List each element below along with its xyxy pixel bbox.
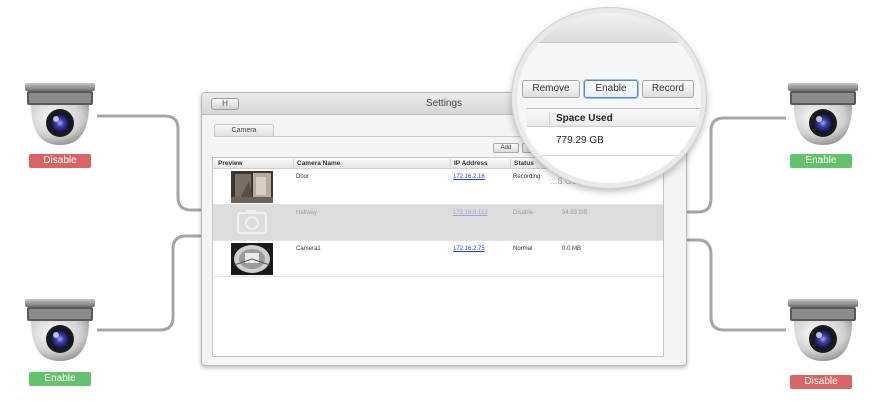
ip-address-link[interactable]: 172.16.2.75 [453, 246, 485, 252]
security-camera-icon [25, 83, 95, 145]
camera-placeholder-icon [237, 210, 267, 234]
table-row[interactable]: Hallway 172.16.8.112 Disable 34.93 GB [213, 205, 663, 241]
status-badge-left-bottom: Enable [29, 372, 91, 386]
space-used: 0.0 MB [562, 246, 582, 252]
magnifier-titlebar [517, 13, 701, 43]
magnifier-table: Space Used 779.29 GB [527, 108, 701, 183]
table-row[interactable]: Camera1 172.16.2.75 Normal 0.0 MB [213, 241, 663, 277]
status-badge-left-top: Disable [29, 154, 91, 168]
security-camera-left-top [23, 79, 97, 149]
ip-address-link[interactable]: 172.16.2.16 [453, 174, 485, 180]
record-button[interactable]: Record [642, 80, 694, 98]
camera-name: Camera1 [296, 246, 321, 252]
security-camera-icon [788, 83, 858, 145]
remove-button[interactable]: Remove [522, 80, 580, 98]
camera1-preview-thumbnail [231, 243, 273, 275]
column-ip-address[interactable]: IP Address [450, 159, 488, 168]
add-button[interactable]: Add [493, 143, 519, 153]
camera-name: Hallway [296, 210, 318, 216]
column-space-used[interactable]: Space Used [549, 112, 613, 125]
security-camera-icon [25, 299, 95, 361]
space-used: 34.93 GB [562, 210, 588, 216]
camera-status: Disable [513, 210, 534, 216]
security-camera-left-bottom [23, 295, 97, 365]
camera-name: Door [296, 174, 310, 180]
column-preview[interactable]: Preview [215, 159, 243, 168]
security-camera-right-bottom [786, 295, 860, 365]
ip-address-link[interactable]: 172.16.8.112 [453, 210, 488, 216]
security-camera-right-top [786, 79, 860, 149]
door-preview-thumbnail [231, 171, 273, 203]
status-badge-right-top: Enable [790, 154, 852, 168]
magnifier-row-divider [527, 155, 701, 156]
space-used-value: 779.29 GB [556, 135, 604, 146]
camera-status: Normal [513, 246, 533, 252]
enable-button[interactable]: Enable [584, 80, 638, 98]
status-badge-right-bottom: Disable [790, 375, 852, 389]
security-camera-icon [788, 299, 858, 361]
magnifier-table-header: Space Used [527, 109, 701, 127]
column-camera-name[interactable]: Camera Name [293, 159, 340, 168]
magnifier-callout: Remove Enable Record Space Used 779.29 G… [512, 8, 706, 188]
